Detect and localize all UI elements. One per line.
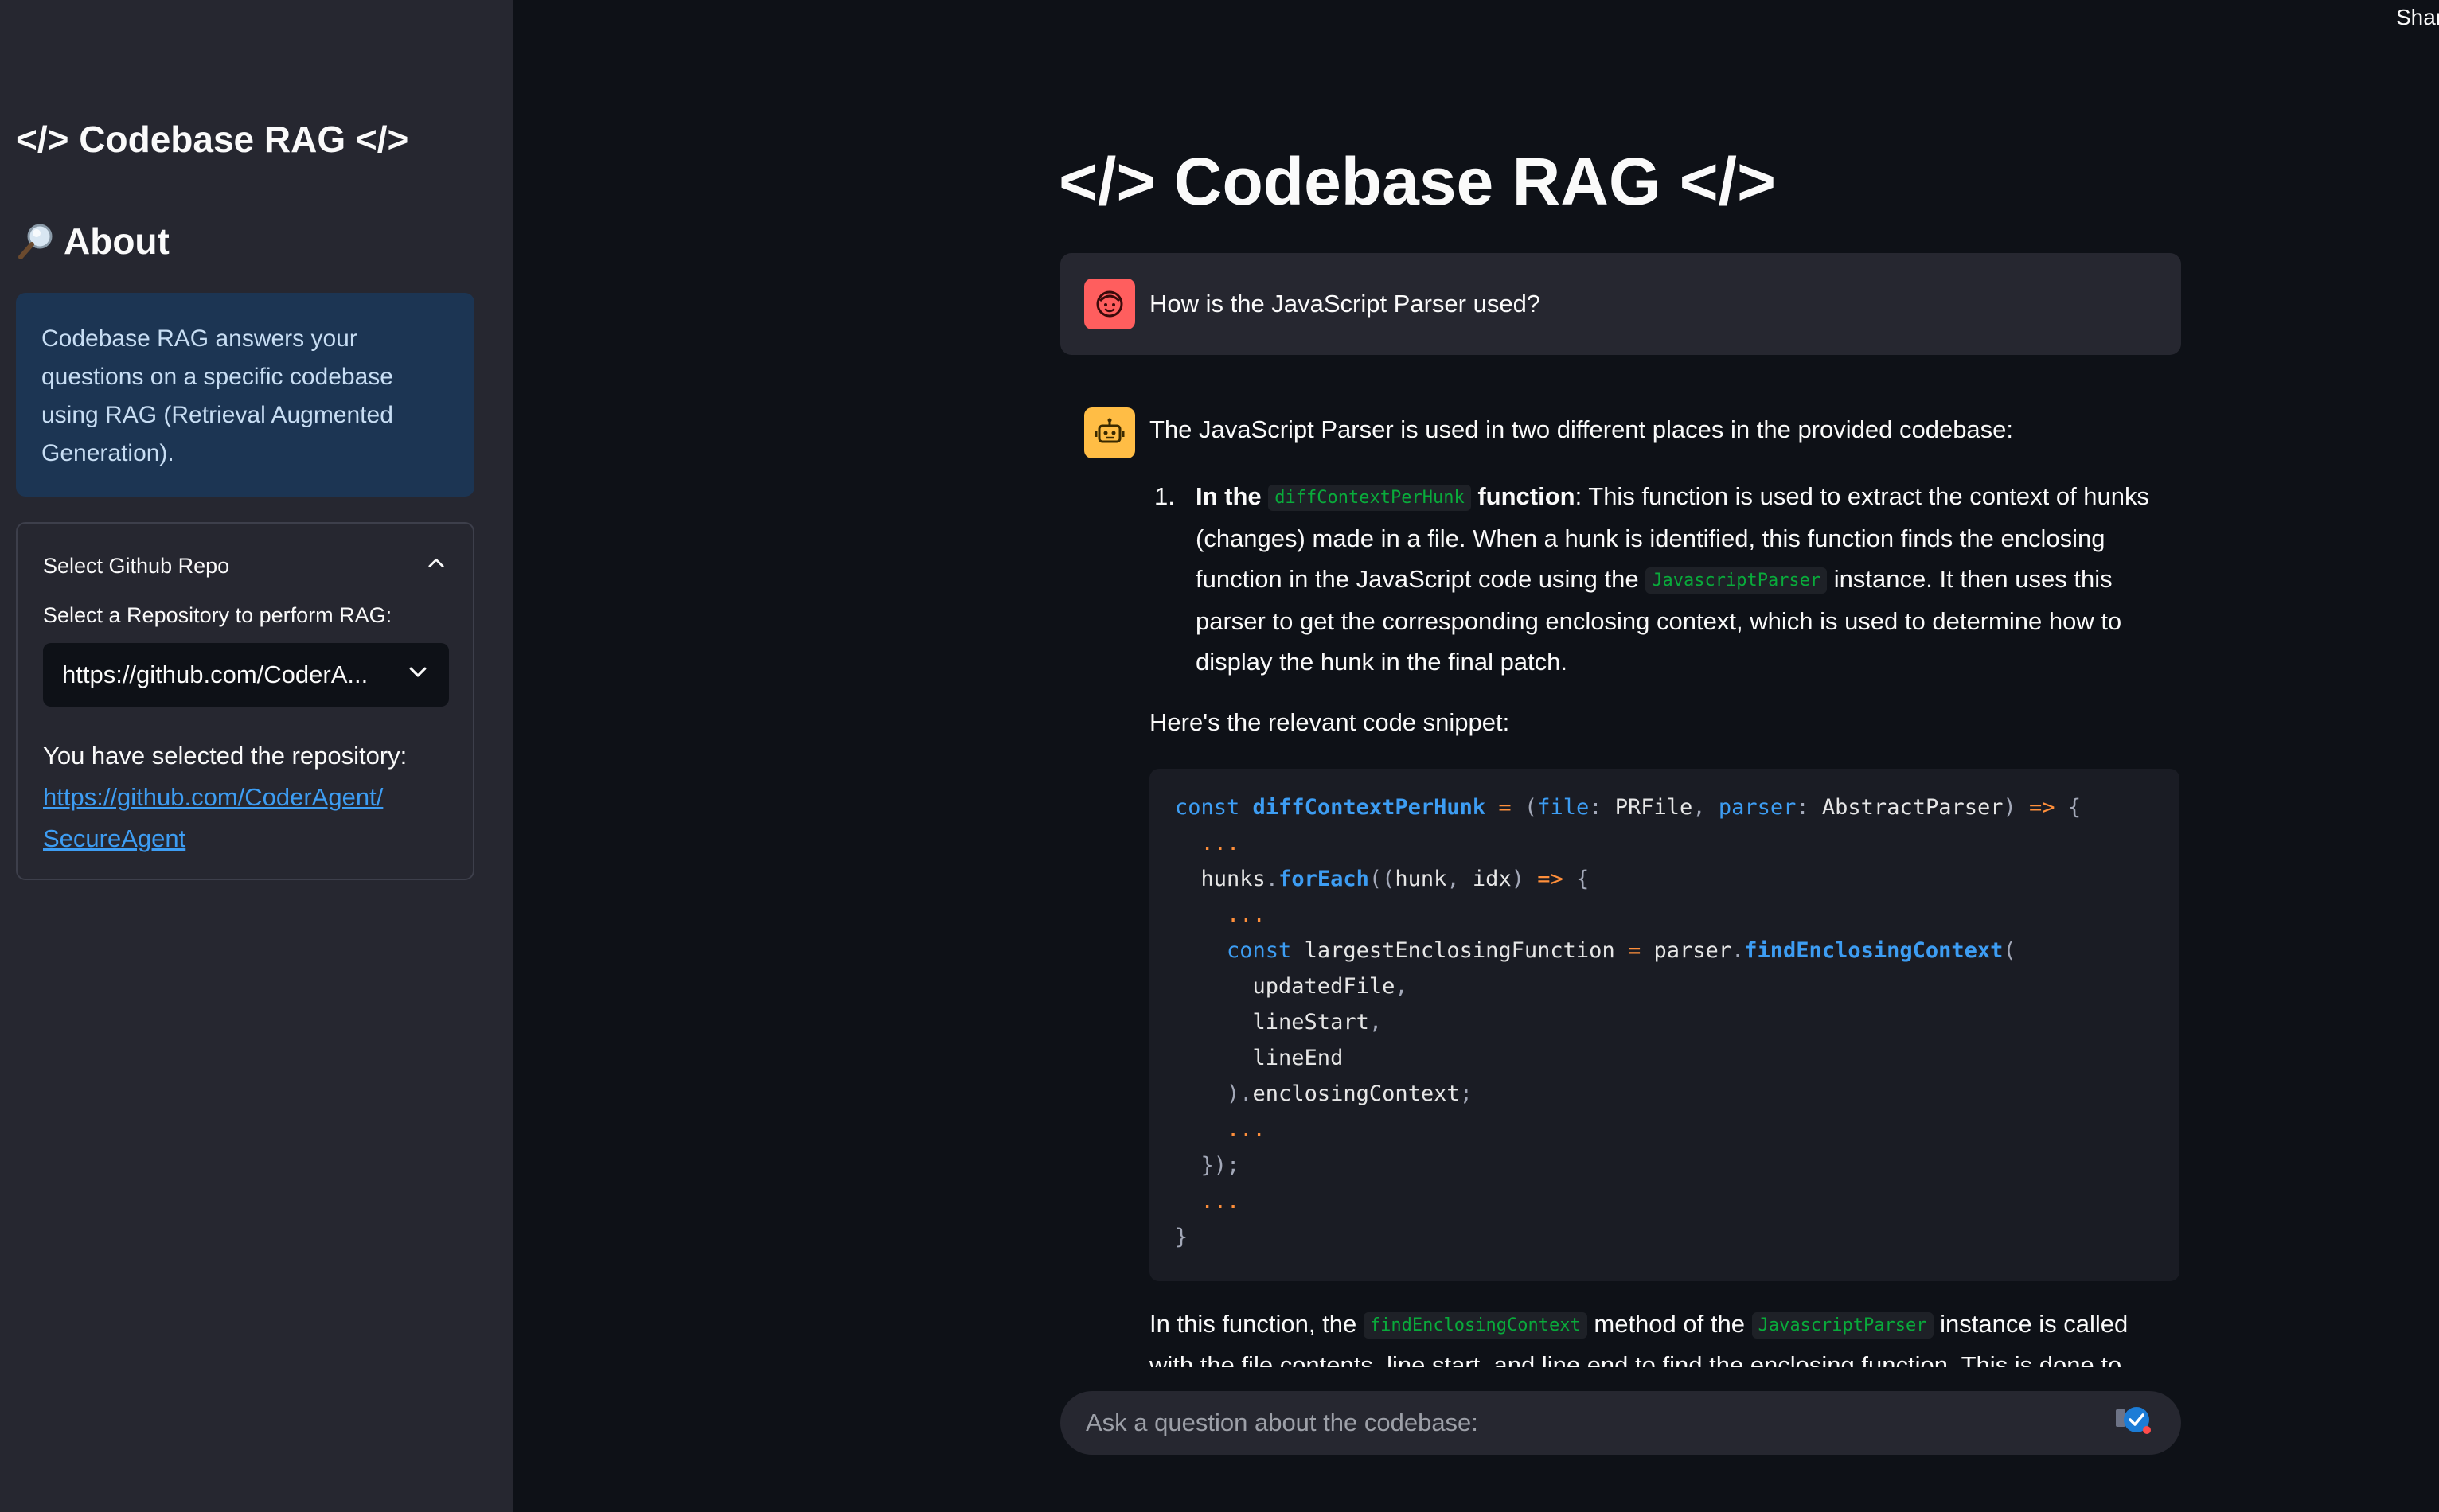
user-message: How is the JavaScript Parser used? — [1060, 253, 2181, 355]
repo-select[interactable]: https://github.com/CoderA... — [43, 643, 449, 707]
inline-code-findenclosingcontext: findEnclosingContext — [1363, 1312, 1587, 1339]
page-title: </> Codebase RAG </> — [1059, 144, 1777, 219]
inline-code-javascriptparser-2: JavascriptParser — [1751, 1312, 1934, 1339]
chat-input-placeholder: Ask a question about the codebase: — [1086, 1409, 1478, 1436]
selected-repo-link[interactable]: https://github.com/CoderAgent/ SecureAge… — [43, 777, 457, 859]
list-number: 1. — [1154, 482, 1175, 510]
answer-intro: The JavaScript Parser is used in two dif… — [1149, 415, 2014, 443]
repo-select-label: Select a Repository to perform RAG: — [43, 603, 392, 627]
send-icon[interactable] — [2113, 1398, 2156, 1448]
user-face-icon — [1084, 279, 1135, 329]
repo-link-line1: https://github.com/CoderAgent/ — [43, 783, 384, 811]
repo-link-line2: SecureAgent — [43, 824, 186, 852]
list-item-text: In the diffContextPerHunk function: This… — [1196, 476, 2179, 682]
robot-icon — [1084, 407, 1135, 458]
about-heading: About — [16, 220, 170, 263]
sidebar: </> Codebase RAG </> About Codebase RAG … — [0, 0, 513, 1512]
inline-code-javascriptparser: JavascriptParser — [1645, 567, 1828, 594]
repo-expander: Select Github Repo Select a Repository t… — [16, 522, 474, 880]
outro-c: instance is called — [1940, 1310, 2129, 1338]
expander-title: Select Github Repo — [43, 553, 230, 578]
info-box: Codebase RAG answers your questions on a… — [16, 293, 474, 497]
snippet-label: Here's the relevant code snippet: — [1149, 708, 1510, 736]
chevron-up-icon[interactable] — [425, 552, 447, 580]
item-in-the: In the — [1196, 482, 1262, 510]
expander-header[interactable]: Select Github Repo — [43, 548, 447, 584]
answer-outro: In this function, the findEnclosingConte… — [1149, 1304, 2128, 1346]
user-question: How is the JavaScript Parser used? — [1149, 290, 1541, 318]
chevron-down-icon[interactable] — [406, 660, 430, 690]
answer-list-item: 1. In the diffContextPerHunk function: T… — [1149, 476, 2179, 682]
assistant-message: The JavaScript Parser is used in two dif… — [1084, 404, 2181, 1367]
magnifying-glass-icon — [16, 220, 57, 262]
answer-outro-line2: with the file contents, line start, and … — [1149, 1351, 2122, 1367]
share-button[interactable]: Share — [2396, 5, 2439, 30]
sidebar-title: </> Codebase RAG </> — [16, 119, 409, 160]
selected-repo-text: You have selected the repository: https:… — [43, 735, 457, 859]
chat-input[interactable]: Ask a question about the codebase: — [1060, 1391, 2181, 1455]
outro-b: method of the — [1594, 1310, 1745, 1338]
about-heading-text: About — [64, 220, 170, 262]
item-function-word: function — [1477, 482, 1575, 510]
repo-select-value: https://github.com/CoderA... — [62, 661, 369, 688]
outro-a: In this function, the — [1149, 1310, 1357, 1338]
selected-repo-prefix: You have selected the repository: — [43, 742, 408, 770]
inline-code-diffcontextperhunk: diffContextPerHunk — [1268, 485, 1471, 511]
code-block: const diffContextPerHunk = (file: PRFile… — [1149, 769, 2179, 1281]
